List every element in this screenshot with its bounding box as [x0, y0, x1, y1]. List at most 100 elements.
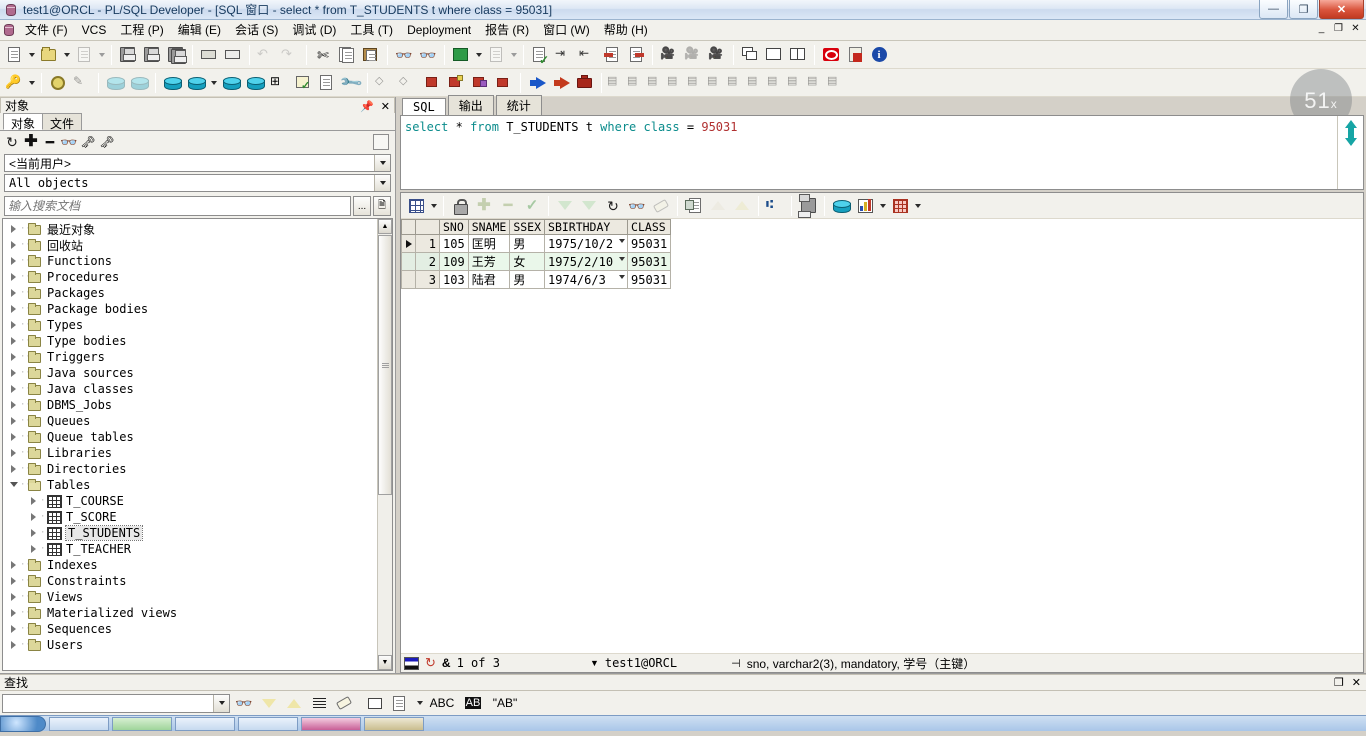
tree-node-views[interactable]: ··Views [3, 589, 376, 605]
chevron-right-icon[interactable] [7, 241, 20, 249]
chevron-right-icon[interactable] [27, 529, 40, 537]
scroll-down-arrow-icon[interactable] [1345, 138, 1357, 146]
chevron-right-icon[interactable] [7, 273, 20, 281]
find-in-window-icon[interactable] [364, 693, 386, 714]
column-header-sno[interactable]: SNO [440, 220, 469, 235]
chevron-right-icon[interactable] [7, 401, 20, 409]
chevron-right-icon[interactable] [7, 417, 20, 425]
find-next-down-icon[interactable] [258, 693, 280, 714]
record-macro-icon[interactable]: 🎥 [657, 43, 681, 67]
back-navigate-icon[interactable] [449, 43, 473, 67]
pause-macro-icon[interactable]: 🎥 [681, 43, 705, 67]
template-8-icon[interactable]: ▤ [746, 71, 766, 95]
delete-record-icon[interactable]: ━ [496, 194, 520, 218]
oracle-icon[interactable] [819, 43, 843, 67]
tree-node-packages[interactable]: ··Packages [3, 285, 376, 301]
cell-ssex[interactable]: 男 [510, 271, 545, 289]
add-breakpoint-icon[interactable]: ◇ [372, 71, 396, 95]
clear-filter-icon[interactable] [649, 194, 673, 218]
template-10-icon[interactable]: ▤ [786, 71, 806, 95]
cell-sbirthday[interactable]: 1974/6/3 [545, 271, 628, 289]
start-button[interactable] [0, 716, 46, 732]
table-row[interactable]: 2 109 王芳 女 1975/2/10 95031 [402, 253, 671, 271]
tree-node--[interactable]: ··最近对象 [3, 221, 376, 237]
sql-editor[interactable]: select * from T_STUDENTS t where class =… [400, 115, 1364, 190]
apply-style-icon[interactable]: ✎ [70, 71, 94, 95]
print-preview-icon[interactable] [72, 43, 96, 67]
template-3-icon[interactable]: ▤ [646, 71, 666, 95]
tree-node-sequences[interactable]: ··Sequences [3, 621, 376, 637]
menu-file[interactable]: 文件 (F) [18, 21, 75, 40]
forward-navigate-icon[interactable] [484, 43, 508, 67]
tree-node-types[interactable]: ··Types [3, 317, 376, 333]
template-9-icon[interactable]: ▤ [766, 71, 786, 95]
chart-dropdown-caret[interactable] [877, 194, 888, 218]
menu-window[interactable]: 窗口 (W) [536, 21, 597, 40]
add-bookmark-icon[interactable] [600, 43, 624, 67]
column-header-ssex[interactable]: SSEX [510, 220, 545, 235]
scroll-up-arrow-icon[interactable] [1345, 120, 1357, 128]
remove-icon[interactable]: ━ [42, 134, 58, 150]
chevron-right-icon[interactable] [27, 545, 40, 553]
back-dropdown-caret[interactable] [473, 43, 484, 67]
scroll-up-button[interactable]: ▲ [378, 219, 392, 234]
open-folder-icon[interactable] [37, 43, 61, 67]
find-in-files-icon[interactable] [389, 693, 411, 714]
sql-window-dropdown-caret[interactable] [208, 71, 219, 95]
menu-session[interactable]: 会话 (S) [228, 21, 285, 40]
menu-debug[interactable]: 调试 (D) [285, 21, 343, 40]
cell-sbirthday[interactable]: 1975/10/2 [545, 235, 628, 253]
cell-sname[interactable]: 陆君 [468, 271, 510, 289]
fetch-next-page-icon[interactable] [553, 194, 577, 218]
cell-ssex[interactable]: 女 [510, 253, 545, 271]
find-previous-up-icon[interactable] [283, 693, 305, 714]
grid-view-dropdown-caret[interactable] [912, 194, 923, 218]
save-icon[interactable] [116, 43, 140, 67]
tree-node-t-score[interactable]: ··T_SCORE [3, 509, 376, 525]
menu-reports[interactable]: 报告 (R) [478, 21, 536, 40]
explain-dropdown-caret[interactable] [26, 71, 37, 95]
chevron-right-icon[interactable] [7, 433, 20, 441]
run-to-cursor-icon[interactable] [492, 71, 516, 95]
step-into-icon[interactable] [444, 71, 468, 95]
tile-horizontal-icon[interactable] [762, 43, 786, 67]
scroll-down-button[interactable]: ▼ [378, 655, 392, 670]
result-grid[interactable]: SNO SNAME SSEX SBIRTHDAY CLASS 1 105 匡明 [401, 219, 671, 289]
template-7-icon[interactable]: ▤ [726, 71, 746, 95]
forward-dropdown-caret[interactable] [508, 43, 519, 67]
chevron-right-icon[interactable] [7, 449, 20, 457]
cascade-windows-icon[interactable] [738, 43, 762, 67]
lock-record-icon[interactable] [448, 194, 472, 218]
window-maximize-button[interactable]: ❐ [1289, 0, 1318, 19]
object-filter-select[interactable]: All objects [4, 174, 391, 192]
menu-project[interactable]: 工程 (P) [113, 21, 170, 40]
chevron-right-icon[interactable] [7, 321, 20, 329]
object-tree-panel[interactable]: ··最近对象··回收站··Functions··Procedures··Pack… [2, 218, 393, 671]
search-data-icon[interactable]: 👓 [625, 194, 649, 218]
tree-node-triggers[interactable]: ··Triggers [3, 349, 376, 365]
export-to-database-icon[interactable] [829, 194, 853, 218]
print-dropdown-caret[interactable] [96, 43, 107, 67]
about-info-icon[interactable]: i [867, 43, 891, 67]
tab-objects[interactable]: 对象 [3, 113, 43, 130]
tree-node-package-bodies[interactable]: ··Package bodies [3, 301, 376, 317]
chevron-right-icon[interactable] [7, 337, 20, 345]
doc-icon[interactable]: 🗎 [373, 196, 391, 216]
close-icon[interactable]: ✕ [381, 100, 390, 113]
tree-node-indexes[interactable]: ··Indexes [3, 557, 376, 573]
taskbar-item[interactable] [112, 717, 172, 731]
filter-icon[interactable]: 🗝 [80, 134, 96, 150]
open-dropdown-caret[interactable] [61, 43, 72, 67]
chevron-right-icon[interactable] [7, 641, 20, 649]
chevron-right-icon[interactable] [27, 513, 40, 521]
execute-script-icon[interactable] [549, 71, 573, 95]
refresh-icon[interactable]: ↻ [4, 134, 20, 150]
sort-descending-icon[interactable] [706, 194, 730, 218]
tree-node-directories[interactable]: ··Directories [3, 461, 376, 477]
chevron-right-icon[interactable] [7, 465, 20, 473]
compare-objects-icon[interactable]: ⊞ [267, 71, 291, 95]
result-grid-area[interactable]: SNO SNAME SSEX SBIRTHDAY CLASS 1 105 匡明 [401, 219, 1363, 653]
chevron-down-icon[interactable] [619, 239, 625, 243]
chart-icon[interactable] [853, 194, 877, 218]
print-setup-icon[interactable] [221, 43, 245, 67]
